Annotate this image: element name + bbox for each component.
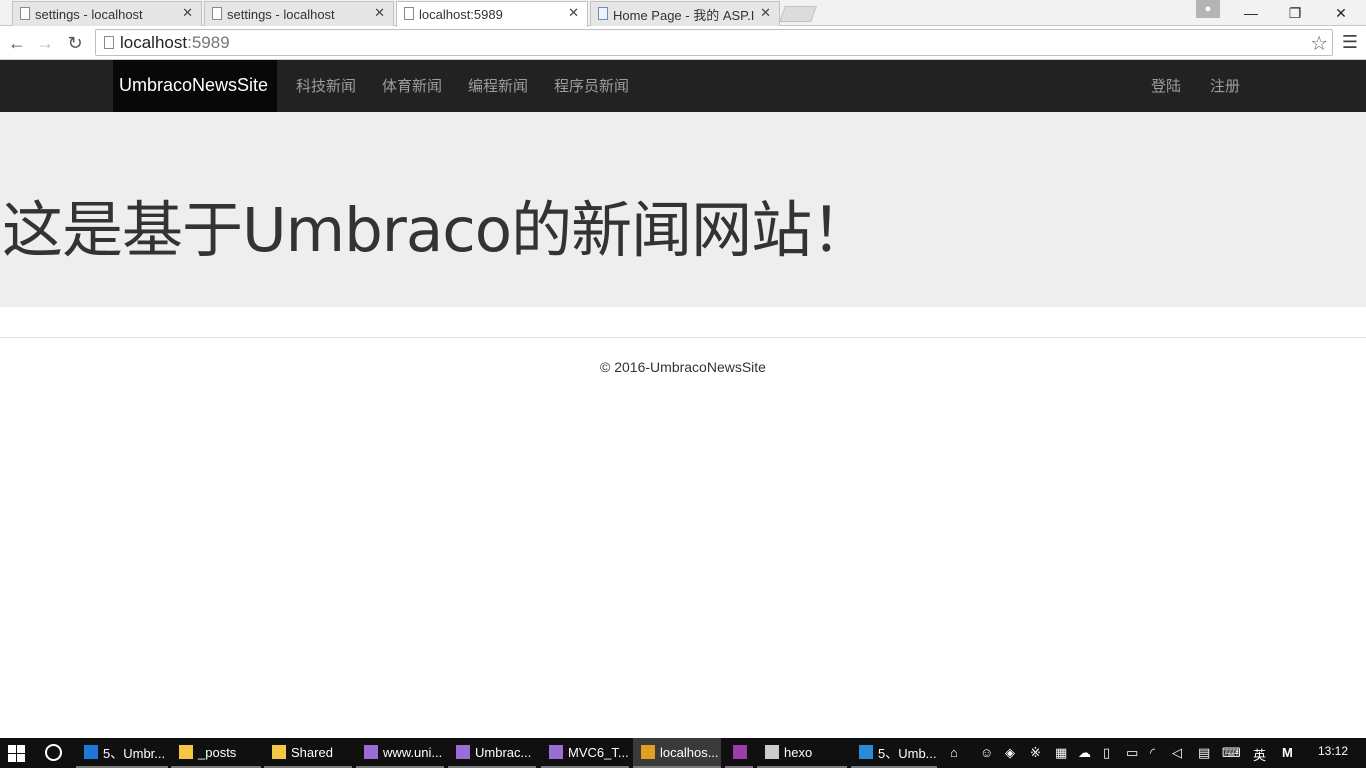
onenote-icon <box>733 745 747 759</box>
clock[interactable]: 13:12 <box>1318 744 1348 758</box>
taskbar-item-label: hexo <box>784 744 813 760</box>
nav-link-programming-news[interactable]: 编程新闻 <box>468 60 528 112</box>
cmd-icon <box>765 745 779 759</box>
page-icon <box>20 7 30 20</box>
tray-icon[interactable]: ⌂ <box>950 745 958 760</box>
tray-icon[interactable]: ※ <box>1030 745 1041 761</box>
taskbar-item-label: _posts <box>198 744 237 760</box>
close-tab-icon[interactable]: ✕ <box>760 5 771 21</box>
visual-studio-icon <box>364 745 378 759</box>
tab-label: Home Page - 我的 ASP.I <box>613 7 755 23</box>
keyboard-icon[interactable]: ⌨ <box>1222 745 1241 761</box>
taskbar-item-label: Shared <box>291 744 333 760</box>
taskbar-item[interactable]: MVC6_T... <box>541 738 629 768</box>
folder-icon <box>179 745 193 759</box>
nav-link-tech-news[interactable]: 科技新闻 <box>296 60 356 112</box>
windows-taskbar: 5、Umbr... _posts Shared www.uni... Umbrac...… <box>0 738 1366 768</box>
document-icon <box>598 7 608 20</box>
taskbar-item-label: 5、Umbr... <box>103 745 166 761</box>
restore-button[interactable]: ❐ <box>1272 0 1318 26</box>
taskbar-item-label: www.uni... <box>383 744 443 760</box>
tab-label: localhost:5989 <box>419 7 503 22</box>
site-brand[interactable]: UmbracoNewsSite <box>113 60 278 112</box>
register-link[interactable]: 注册 <box>1210 60 1240 112</box>
profile-icon[interactable]: ● <box>1196 0 1220 18</box>
bookmark-star-icon[interactable]: ☆ <box>1310 31 1328 56</box>
taskbar-item-label: MVC6_T... <box>568 744 629 760</box>
minimize-button[interactable]: — <box>1228 0 1274 26</box>
page-icon <box>404 7 414 20</box>
tab-label: settings - localhost <box>227 6 335 22</box>
wifi-icon[interactable]: ◜ <box>1150 745 1155 761</box>
taskbar-item-label: 5、Umb... <box>878 745 937 761</box>
grid-icon[interactable]: ▦ <box>1055 745 1067 761</box>
browser-tab[interactable]: settings - localhost ✕ <box>204 1 394 26</box>
taskbar-item[interactable]: hexo <box>757 738 847 768</box>
taskbar-item-label: localhos... <box>660 744 719 760</box>
taskbar-item-label: Umbrac... <box>475 744 532 760</box>
page-icon <box>212 7 222 20</box>
folder-icon <box>272 745 286 759</box>
footer-divider <box>0 337 1366 338</box>
visual-studio-icon <box>549 745 563 759</box>
back-button[interactable]: ← <box>5 31 29 55</box>
nav-link-sports-news[interactable]: 体育新闻 <box>382 60 442 112</box>
tray-icon[interactable]: ◈ <box>1005 745 1015 761</box>
taskbar-item[interactable]: _posts <box>171 738 261 768</box>
tab-label: settings - localhost <box>35 6 143 22</box>
menu-icon[interactable]: ☰ <box>1342 32 1358 53</box>
hero-title: 这是基于Umbraco的新闻网站！ <box>2 195 872 266</box>
m-icon[interactable]: M <box>1282 745 1293 760</box>
hero-jumbotron: 这是基于Umbraco的新闻网站！ <box>0 112 1366 307</box>
nav-link-programmer-news[interactable]: 程序员新闻 <box>554 60 629 112</box>
cortana-icon[interactable] <box>45 744 62 761</box>
taskbar-item[interactable]: Umbrac... <box>448 738 536 768</box>
site-navbar: UmbracoNewsSite 科技新闻 体育新闻 编程新闻 程序员新闻 登陆 … <box>0 60 1366 112</box>
browser-toolbar: ← → ↻ localhost:5989 ☆ ☰ <box>0 26 1366 60</box>
browser-tab-strip: settings - localhost ✕ settings - localh… <box>0 0 1366 27</box>
volume-icon[interactable]: ◁ <box>1172 745 1182 761</box>
taskbar-item[interactable]: www.uni... <box>356 738 444 768</box>
browser-tab[interactable]: settings - localhost ✕ <box>12 1 202 26</box>
taskbar-item[interactable]: 5、Umbr... <box>76 738 168 768</box>
tray-icon[interactable]: ☺ <box>980 745 993 760</box>
browser-tab[interactable]: Home Page - 我的 ASP.I ✕ <box>590 1 780 26</box>
taskbar-item[interactable]: 5、Umb... <box>851 738 937 768</box>
page-icon <box>104 36 114 49</box>
vscode-icon <box>859 745 873 759</box>
browser-tab-active[interactable]: localhost:5989 ✕ <box>396 1 588 27</box>
taskbar-item[interactable]: Shared <box>264 738 352 768</box>
visual-studio-icon <box>456 745 470 759</box>
ime-indicator[interactable]: 英 <box>1253 745 1266 764</box>
site-footer: © 2016-UmbracoNewsSite <box>600 359 766 375</box>
reload-button[interactable]: ↻ <box>63 31 87 55</box>
battery-icon[interactable]: ▭ <box>1126 745 1138 761</box>
close-window-button[interactable]: ✕ <box>1318 0 1364 26</box>
notification-icon[interactable]: ▤ <box>1198 745 1210 761</box>
login-link[interactable]: 登陆 <box>1151 60 1181 112</box>
close-tab-icon[interactable]: ✕ <box>568 5 579 21</box>
chrome-icon <box>641 745 655 759</box>
close-tab-icon[interactable]: ✕ <box>182 5 193 21</box>
start-button[interactable] <box>8 745 25 762</box>
address-bar[interactable]: localhost:5989 ☆ <box>95 29 1333 56</box>
forward-button[interactable]: → <box>33 31 57 55</box>
cloud-icon[interactable]: ☁ <box>1078 745 1091 761</box>
usb-icon[interactable]: ▯ <box>1103 745 1110 761</box>
new-tab-button[interactable] <box>779 6 817 22</box>
edge-icon <box>84 745 98 759</box>
taskbar-item[interactable] <box>725 738 753 768</box>
taskbar-item[interactable]: localhos... <box>633 738 721 768</box>
close-tab-icon[interactable]: ✕ <box>374 5 385 21</box>
url-text: localhost:5989 <box>120 33 230 52</box>
